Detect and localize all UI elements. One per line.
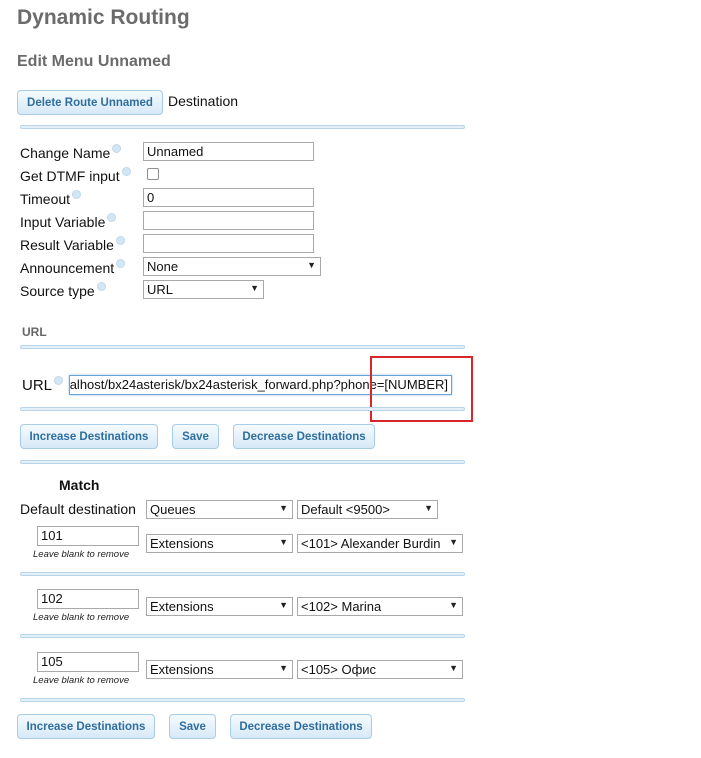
match-type-select[interactable]: Extensions ▼	[146, 534, 293, 553]
separator	[20, 698, 465, 702]
separator	[20, 125, 465, 129]
decrease-destinations-button[interactable]: Decrease Destinations	[233, 424, 375, 449]
match-type-select[interactable]: Extensions ▼	[146, 660, 293, 679]
dropdown-arrow-icon: ▼	[424, 503, 433, 513]
match-heading: Match	[59, 477, 100, 493]
match-value-input[interactable]: 102	[37, 589, 139, 609]
leave-blank-hint: Leave blank to remove	[33, 675, 130, 686]
separator	[20, 572, 465, 576]
dropdown-arrow-icon: ▼	[279, 537, 288, 547]
announcement-label: Announcement	[20, 259, 126, 276]
page-title: Dynamic Routing	[17, 6, 190, 29]
match-target-select[interactable]: <101> Alexander Burdin ▼	[297, 534, 463, 553]
info-icon	[116, 259, 126, 268]
announcement-select[interactable]: None ▼	[143, 257, 321, 276]
info-icon	[96, 282, 106, 291]
dropdown-arrow-icon: ▼	[449, 537, 458, 547]
match-value-input[interactable]: 105	[37, 652, 139, 672]
timeout-label: Timeout	[20, 190, 82, 207]
separator	[20, 460, 465, 464]
destination-label: Destination	[168, 93, 239, 109]
match-type-select[interactable]: Extensions ▼	[146, 597, 293, 616]
change-name-label: Change Name	[20, 144, 122, 161]
separator	[20, 407, 465, 411]
source-type-label: Source type	[20, 282, 106, 299]
dropdown-arrow-icon: ▼	[250, 283, 259, 293]
dropdown-arrow-icon: ▼	[279, 663, 288, 673]
save-button[interactable]: Save	[172, 424, 219, 449]
match-target-select[interactable]: <105> Офис ▼	[297, 660, 463, 679]
separator	[20, 345, 465, 349]
default-type-select[interactable]: Queues ▼	[146, 500, 293, 519]
url-label: URL	[22, 376, 64, 394]
match-target-select[interactable]: <102> Marina ▼	[297, 597, 463, 616]
delete-route-button[interactable]: Delete Route Unnamed	[17, 90, 163, 115]
get-dtmf-checkbox[interactable]	[147, 168, 159, 180]
highlight-box	[370, 356, 473, 422]
separator	[20, 634, 465, 638]
default-destination-label: Default destination	[20, 501, 136, 517]
increase-destinations-button[interactable]: Increase Destinations	[20, 424, 158, 449]
dropdown-arrow-icon: ▼	[279, 600, 288, 610]
save-button[interactable]: Save	[169, 714, 216, 739]
result-variable-input[interactable]	[143, 234, 314, 253]
match-value-input[interactable]: 101	[37, 526, 139, 546]
dropdown-arrow-icon: ▼	[449, 663, 458, 673]
leave-blank-hint: Leave blank to remove	[33, 549, 130, 560]
url-section-heading: URL	[22, 325, 47, 339]
dropdown-arrow-icon: ▼	[279, 503, 288, 513]
leave-blank-hint: Leave blank to remove	[33, 612, 130, 623]
result-variable-label: Result Variable	[20, 236, 125, 253]
decrease-destinations-button[interactable]: Decrease Destinations	[230, 714, 372, 739]
info-icon	[121, 167, 131, 176]
info-icon	[115, 236, 125, 245]
info-icon	[107, 213, 117, 222]
dropdown-arrow-icon: ▼	[449, 600, 458, 610]
input-variable-input[interactable]	[143, 211, 314, 230]
increase-destinations-button[interactable]: Increase Destinations	[17, 714, 155, 739]
info-icon	[72, 190, 82, 199]
source-type-select[interactable]: URL ▼	[143, 280, 264, 299]
dropdown-arrow-icon: ▼	[307, 260, 316, 270]
timeout-input[interactable]: 0	[143, 188, 314, 207]
input-variable-label: Input Variable	[20, 213, 117, 230]
info-icon	[112, 144, 122, 153]
change-name-input[interactable]: Unnamed	[143, 142, 314, 161]
page-subtitle: Edit Menu Unnamed	[17, 53, 171, 70]
info-icon	[54, 376, 64, 385]
get-dtmf-label: Get DTMF input	[20, 167, 131, 184]
default-target-select[interactable]: Default <9500> ▼	[297, 500, 438, 519]
